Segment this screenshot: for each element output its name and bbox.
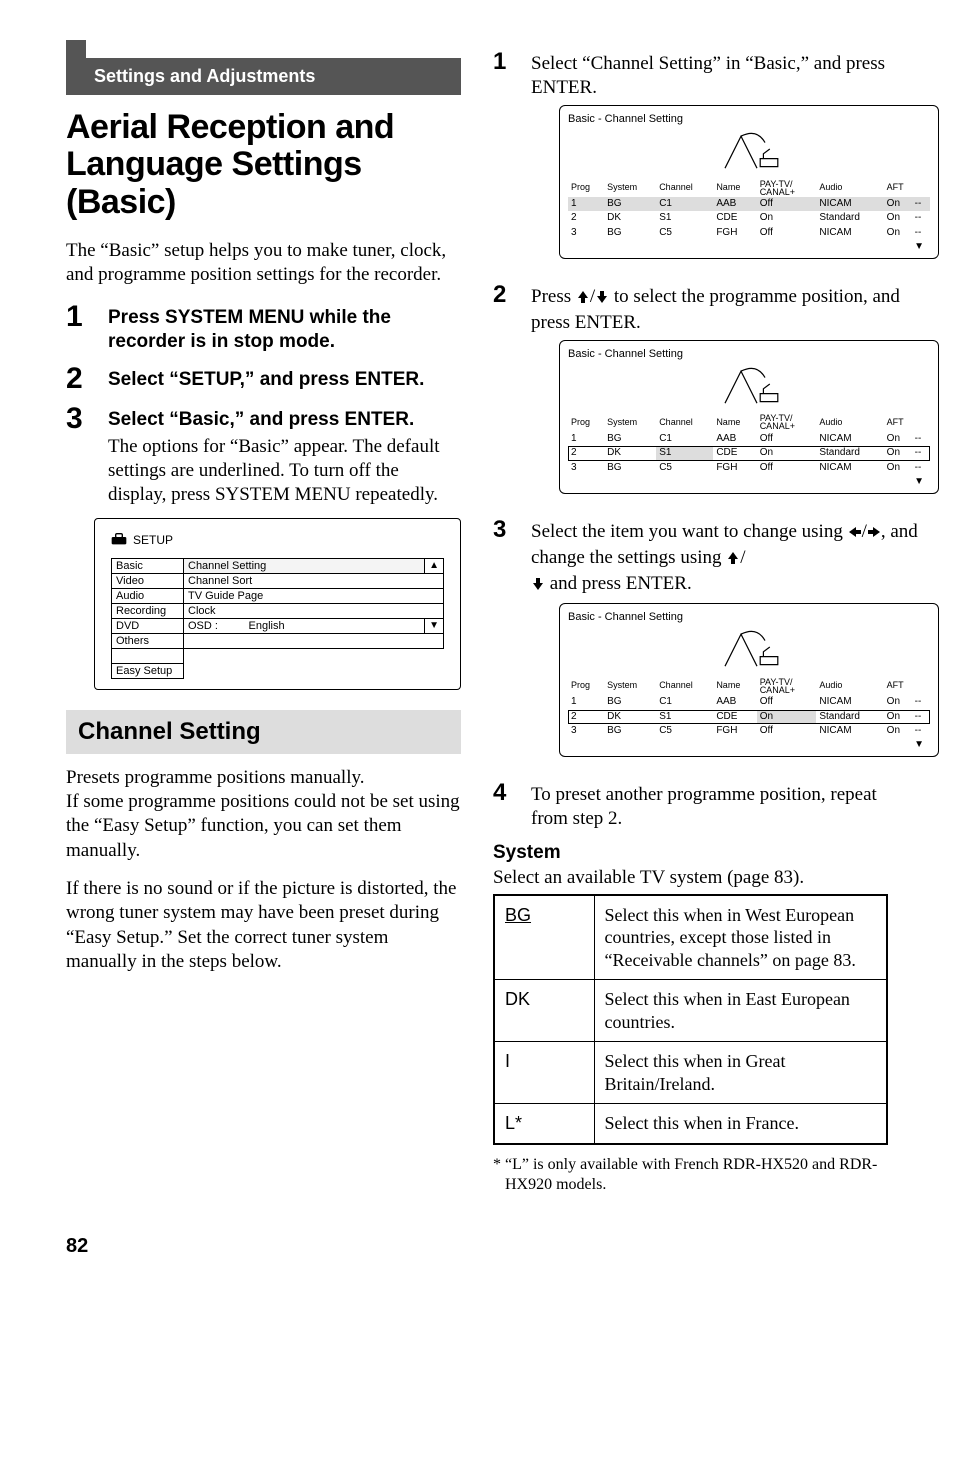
step-text: Select the item you want to change using… [531, 520, 939, 599]
setup-menu-item: DVD [112, 618, 184, 633]
table-row: 1BGC1 AABOffNICAM On-- [568, 432, 930, 447]
setup-sub-item: TV Guide Page [184, 588, 444, 603]
setup-menu-item [112, 648, 184, 663]
down-caret-icon: ▼ [568, 476, 930, 489]
down-caret-icon: ▼ [568, 241, 930, 254]
antenna-icon [568, 128, 930, 175]
footnote: * “L” is only available with French RDR-… [493, 1155, 888, 1195]
arrow-left-icon [848, 522, 862, 546]
figure-title: Basic - Channel Setting [568, 610, 930, 624]
setup-sub-item: OSD : English [184, 618, 425, 633]
step-lead: Select “SETUP,” and press ENTER. [108, 368, 461, 392]
toolbox-icon [111, 533, 127, 548]
table-row: 1BGC1 AABOffNICAM On-- [568, 695, 930, 710]
step-text: Select “Channel Setting” in “Basic,” and… [531, 52, 939, 101]
step-number: 2 [493, 283, 515, 508]
step-number: 2 [66, 364, 92, 394]
setup-menu-item: Video [112, 573, 184, 588]
system-table: BG Select this when in West European cou… [493, 894, 888, 1145]
setup-sub-item: Clock [184, 603, 444, 618]
table-row: 2DKS1 CDEOnStandard On-- [568, 446, 930, 461]
table-row: 1BGC1 AABOffNICAM On-- [568, 197, 930, 212]
setup-menu-item: Others [112, 633, 184, 648]
step-number: 1 [493, 50, 515, 273]
step-number: 3 [66, 404, 92, 507]
up-caret-icon: ▲ [425, 558, 444, 573]
table-row: I Select this when in Great Britain/Irel… [494, 1042, 887, 1104]
antenna-icon [568, 363, 930, 410]
setup-menu-item: Basic [112, 558, 184, 573]
step-number: 1 [66, 302, 92, 355]
table-row: BG Select this when in West European cou… [494, 895, 887, 980]
channel-setting-figure: Basic - Channel Setting ProgSystemChanne… [559, 105, 939, 259]
section-para: Presets programme positions manually. If… [66, 766, 461, 863]
step-number: 3 [493, 518, 515, 771]
left-steps: 1 Press SYSTEM MENU while the recorder i… [66, 302, 461, 508]
figure-title: Basic - Channel Setting [568, 347, 930, 361]
setup-menu-item: Easy Setup [112, 663, 184, 678]
arrow-down-icon [531, 574, 545, 598]
table-row: 3BGC5 FGHOffNICAM On-- [568, 461, 930, 476]
arrow-down-icon [595, 287, 609, 311]
main-heading: Aerial Reception and Language Settings (… [66, 109, 461, 221]
step-rest: The options for “Basic” appear. The defa… [108, 435, 461, 508]
arrow-up-icon [576, 287, 590, 311]
setup-sub-item [184, 633, 444, 648]
section-heading: Channel Setting [66, 710, 461, 754]
setup-menu-item: Audio [112, 588, 184, 603]
table-row: L* Select this when in France. [494, 1104, 887, 1144]
table-row: 3BGC5 FGHOffNICAM On-- [568, 724, 930, 739]
setup-menu-item: Recording [112, 603, 184, 618]
setup-menu-figure: SETUP Basic Channel Setting ▲ Video Chan… [94, 518, 461, 690]
chapter-tag: Settings and Adjustments [66, 40, 461, 95]
antenna-icon [568, 626, 930, 673]
intro-paragraph: The “Basic” setup helps you to make tune… [66, 239, 461, 288]
table-row: 2DKS1 CDEOnStandard On-- [568, 211, 930, 226]
right-steps: 1 Select “Channel Setting” in “Basic,” a… [493, 50, 888, 832]
step-lead: Select “Basic,” and press ENTER. [108, 408, 461, 432]
chapter-label: Settings and Adjustments [86, 58, 461, 95]
arrow-right-icon [867, 522, 881, 546]
step-number: 4 [493, 781, 515, 832]
table-row: 3BGC5 FGHOffNICAM On-- [568, 226, 930, 241]
setup-title: SETUP [133, 533, 173, 547]
down-caret-icon: ▼ [425, 618, 444, 633]
table-row: 2DKS1 CDEOnStandard On-- [568, 710, 930, 725]
setup-sub-item: Channel Setting [184, 558, 425, 573]
section-para: If there is no sound or if the picture i… [66, 877, 461, 974]
step-text: Press / to select the programme position… [531, 285, 939, 336]
page-number: 82 [66, 1235, 888, 1258]
arrow-up-icon [726, 548, 740, 572]
down-caret-icon: ▼ [568, 739, 930, 752]
channel-setting-figure: Basic - Channel Setting ProgSystemChanne… [559, 603, 939, 757]
step-text: To preset another programme position, re… [531, 783, 888, 832]
figure-title: Basic - Channel Setting [568, 112, 930, 126]
table-row: DK Select this when in East European cou… [494, 980, 887, 1042]
system-subheading: System [493, 842, 888, 864]
channel-setting-figure: Basic - Channel Setting ProgSystemChanne… [559, 340, 939, 494]
step-lead: Press SYSTEM MENU while the recorder is … [108, 306, 461, 355]
system-intro: Select an available TV system (page 83). [493, 866, 888, 890]
setup-sub-item: Channel Sort [184, 573, 444, 588]
